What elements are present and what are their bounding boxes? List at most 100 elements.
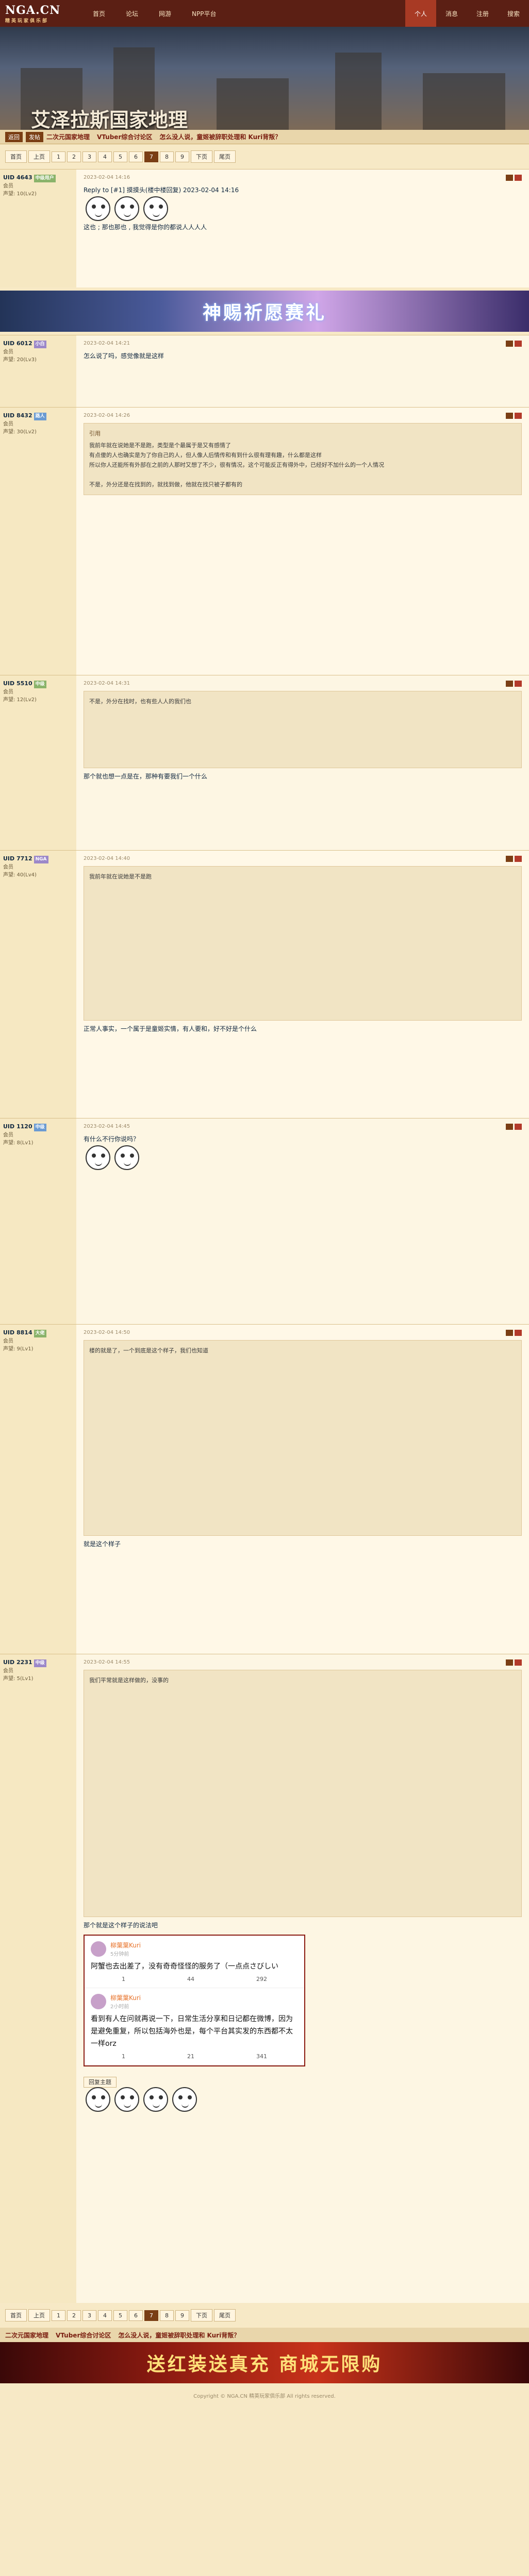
weibo-text: 看到有人在问就再说一下，日常生活分享和日记都在微博，因为是避免重复，所以包括海外… bbox=[91, 2015, 293, 2048]
page-last[interactable]: 尾页 bbox=[214, 2309, 236, 2321]
page-last[interactable]: 尾页 bbox=[214, 150, 236, 163]
nav-search[interactable]: 搜索 bbox=[498, 0, 529, 27]
weibo-username[interactable]: 柳葉葉Kuri bbox=[110, 1993, 141, 2002]
emoji-icon bbox=[114, 1145, 139, 1170]
username[interactable]: UID 5510 中级 bbox=[3, 680, 73, 688]
username[interactable]: UID 8432 路人 bbox=[3, 412, 73, 420]
user-group: 会员 bbox=[3, 1668, 13, 1674]
post-tools[interactable] bbox=[506, 341, 522, 347]
like-count[interactable]: 341 bbox=[256, 2053, 267, 2060]
footer: Copyright © NGA.CN 精英玩家俱乐部 All rights re… bbox=[193, 2394, 336, 2399]
page-link[interactable]: 1 bbox=[52, 2310, 65, 2321]
post-button[interactable]: 发帖 bbox=[26, 131, 43, 142]
breadcrumb-board[interactable]: 二次元国家地理 bbox=[46, 132, 90, 141]
post-tools[interactable] bbox=[506, 856, 522, 862]
page-current[interactable]: 7 bbox=[144, 2310, 158, 2321]
banner-title: 艾泽拉斯国家地理 bbox=[31, 108, 188, 130]
user-panel: UID 8432 路人 会员 声望: 30(Lv2) bbox=[0, 408, 76, 675]
nav-personal[interactable]: 个人 bbox=[405, 0, 436, 27]
username[interactable]: UID 2231 中级 bbox=[3, 1658, 73, 1667]
page-prev[interactable]: 上页 bbox=[28, 2309, 50, 2321]
page-link[interactable]: 2 bbox=[67, 151, 81, 162]
page-link[interactable]: 8 bbox=[160, 2310, 174, 2321]
page-next[interactable]: 下页 bbox=[191, 2309, 212, 2321]
page-link[interactable]: 8 bbox=[160, 151, 174, 162]
nav-item-games[interactable]: 网游 bbox=[159, 9, 171, 18]
breadcrumb-board[interactable]: 二次元国家地理 bbox=[5, 2331, 48, 2340]
page-link[interactable]: 6 bbox=[129, 151, 143, 162]
page-link[interactable]: 3 bbox=[82, 151, 96, 162]
username[interactable]: UID 7712 NGA bbox=[3, 855, 73, 863]
weibo-card: 柳葉葉Kuri 5分钟前 阿蟹也去出差了，没有奇奇怪怪的服务了（一点点さびしい 1… bbox=[85, 1936, 304, 1988]
post-time: 2023-02-04 14:26 bbox=[84, 413, 130, 418]
site-logo[interactable]: NGA.CN 精英玩家俱乐部 bbox=[5, 4, 72, 24]
page-link[interactable]: 4 bbox=[98, 2310, 112, 2321]
ad-banner[interactable]: 神赐祈愿赛礼 bbox=[0, 291, 529, 332]
quote-block: 不是，外分在找时，也有些人人的我们也 bbox=[84, 691, 522, 768]
nav-item-home[interactable]: 首页 bbox=[93, 9, 105, 18]
post-tools[interactable] bbox=[506, 1659, 522, 1666]
user-group: 会员 bbox=[3, 1132, 13, 1138]
page-link[interactable]: 5 bbox=[113, 2310, 127, 2321]
post-tools[interactable] bbox=[506, 175, 522, 181]
page-link[interactable]: 1 bbox=[52, 151, 65, 162]
quote-text: 楼的就是了，一个到底是这个样子，我们也知道 bbox=[89, 1347, 208, 1354]
page-link[interactable]: 6 bbox=[129, 2310, 143, 2321]
post-tools[interactable] bbox=[506, 413, 522, 419]
user-level: 声望: 8(Lv1) bbox=[3, 1140, 34, 1146]
user-panel: UID 8814 大佬 会员 声望: 9(Lv1) bbox=[0, 1325, 76, 1654]
emoji-icon bbox=[172, 2087, 197, 2112]
back-button[interactable]: 返回 bbox=[5, 131, 23, 142]
nav-item-forum[interactable]: 论坛 bbox=[126, 9, 138, 18]
post-tools[interactable] bbox=[506, 1330, 522, 1336]
page-link[interactable]: 5 bbox=[113, 151, 127, 162]
user-level: 声望: 10(Lv2) bbox=[3, 191, 37, 197]
page-link[interactable]: 3 bbox=[82, 2310, 96, 2321]
emoji-icon bbox=[86, 1145, 110, 1170]
username[interactable]: UID 1120 中级 bbox=[3, 1123, 73, 1131]
quote-header: 引用 bbox=[89, 430, 101, 437]
page-next[interactable]: 下页 bbox=[191, 150, 212, 163]
post-content: 有什么不行你说吗？ bbox=[84, 1136, 140, 1143]
post-time: 2023-02-04 14:50 bbox=[84, 1330, 130, 1335]
post-tools[interactable] bbox=[506, 681, 522, 687]
nav-item-npp[interactable]: NPP平台 bbox=[192, 9, 216, 18]
user-panel: UID 5510 中级 会员 声望: 12(Lv2) bbox=[0, 675, 76, 850]
page-link[interactable]: 9 bbox=[175, 151, 189, 162]
ad-banner-bottom[interactable]: 送红装送真充 商城无限购 bbox=[0, 2342, 529, 2383]
nav-messages[interactable]: 消息 bbox=[436, 0, 467, 27]
username[interactable]: UID 4643 中级用户 bbox=[3, 174, 73, 182]
post: UID 4643 中级用户 会员 声望: 10(Lv2) 2023-02-04 1… bbox=[0, 169, 529, 287]
post-time: 2023-02-04 14:55 bbox=[84, 1659, 130, 1665]
page-current[interactable]: 7 bbox=[144, 151, 158, 162]
comment-count[interactable]: 21 bbox=[187, 2053, 194, 2060]
post-time: 2023-02-04 14:21 bbox=[84, 341, 130, 346]
share-count[interactable]: 1 bbox=[122, 2053, 125, 2060]
avatar bbox=[91, 1994, 106, 2009]
page-link[interactable]: 9 bbox=[175, 2310, 189, 2321]
page-first[interactable]: 首页 bbox=[5, 2309, 27, 2321]
user-group: 会员 bbox=[3, 689, 13, 695]
user-level: 声望: 9(Lv1) bbox=[3, 1346, 34, 1352]
post-tools[interactable] bbox=[506, 1124, 522, 1130]
weibo-date: 2小时前 bbox=[110, 2004, 129, 2010]
nav-register[interactable]: 注册 bbox=[467, 0, 498, 27]
user-level: 声望: 12(Lv2) bbox=[3, 697, 37, 703]
weibo-username[interactable]: 柳葉葉Kuri bbox=[110, 1941, 141, 1950]
breadcrumb-sub-board[interactable]: VTuber综合讨论区 bbox=[56, 2331, 111, 2340]
page-link[interactable]: 2 bbox=[67, 2310, 81, 2321]
post-content: 就是这个样子 bbox=[84, 1540, 121, 1548]
share-count[interactable]: 1 bbox=[122, 1976, 125, 1982]
pagination-top: 首页 上页 1 2 3 4 5 6 7 8 9 下页 尾页 bbox=[0, 144, 529, 169]
page-prev[interactable]: 上页 bbox=[28, 150, 50, 163]
username[interactable]: UID 8814 大佬 bbox=[3, 1329, 73, 1337]
user-level: 声望: 40(Lv4) bbox=[3, 872, 37, 878]
page-first[interactable]: 首页 bbox=[5, 150, 27, 163]
page-link[interactable]: 4 bbox=[98, 151, 112, 162]
weibo-embed[interactable]: 柳葉葉Kuri 5分钟前 阿蟹也去出差了，没有奇奇怪怪的服务了（一点点さびしい 1… bbox=[84, 1935, 305, 2066]
comment-count[interactable]: 44 bbox=[187, 1976, 194, 1982]
like-count[interactable]: 292 bbox=[256, 1976, 267, 1982]
post-time: 2023-02-04 14:16 bbox=[84, 175, 130, 180]
breadcrumb-sub-board[interactable]: VTuber综合讨论区 bbox=[97, 132, 152, 141]
username[interactable]: UID 6012 小白 bbox=[3, 340, 73, 348]
